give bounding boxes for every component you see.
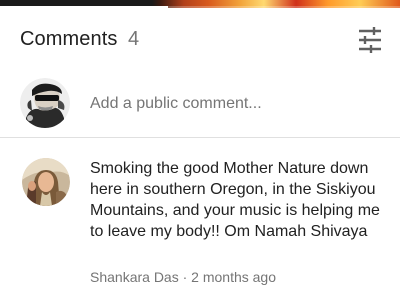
tune-icon xyxy=(359,27,381,53)
comments-panel: Comments 4 Add a public comment... Smoki… xyxy=(0,0,400,300)
add-comment-input[interactable] xyxy=(90,92,380,116)
comment-author[interactable]: Shankara Das xyxy=(90,269,179,285)
meta-separator: · xyxy=(178,269,192,285)
comment-text: Smoking the good Mother Nature down here… xyxy=(90,160,380,240)
sort-filter-button[interactable] xyxy=(354,24,386,56)
video-player-strip[interactable] xyxy=(0,0,400,8)
divider xyxy=(0,137,400,138)
current-user-avatar xyxy=(20,78,70,128)
comment-item: Smoking the good Mother Nature down here… xyxy=(0,150,400,300)
comments-title: Comments xyxy=(20,28,118,50)
comment-meta: Shankara Das · 2 months ago xyxy=(90,269,276,285)
comment-time: 2 months ago xyxy=(191,269,277,285)
add-comment-row[interactable] xyxy=(0,72,400,136)
comments-header: Comments 4 xyxy=(0,8,400,64)
commenter-avatar[interactable] xyxy=(22,158,70,206)
comments-count: 4 xyxy=(128,28,140,50)
